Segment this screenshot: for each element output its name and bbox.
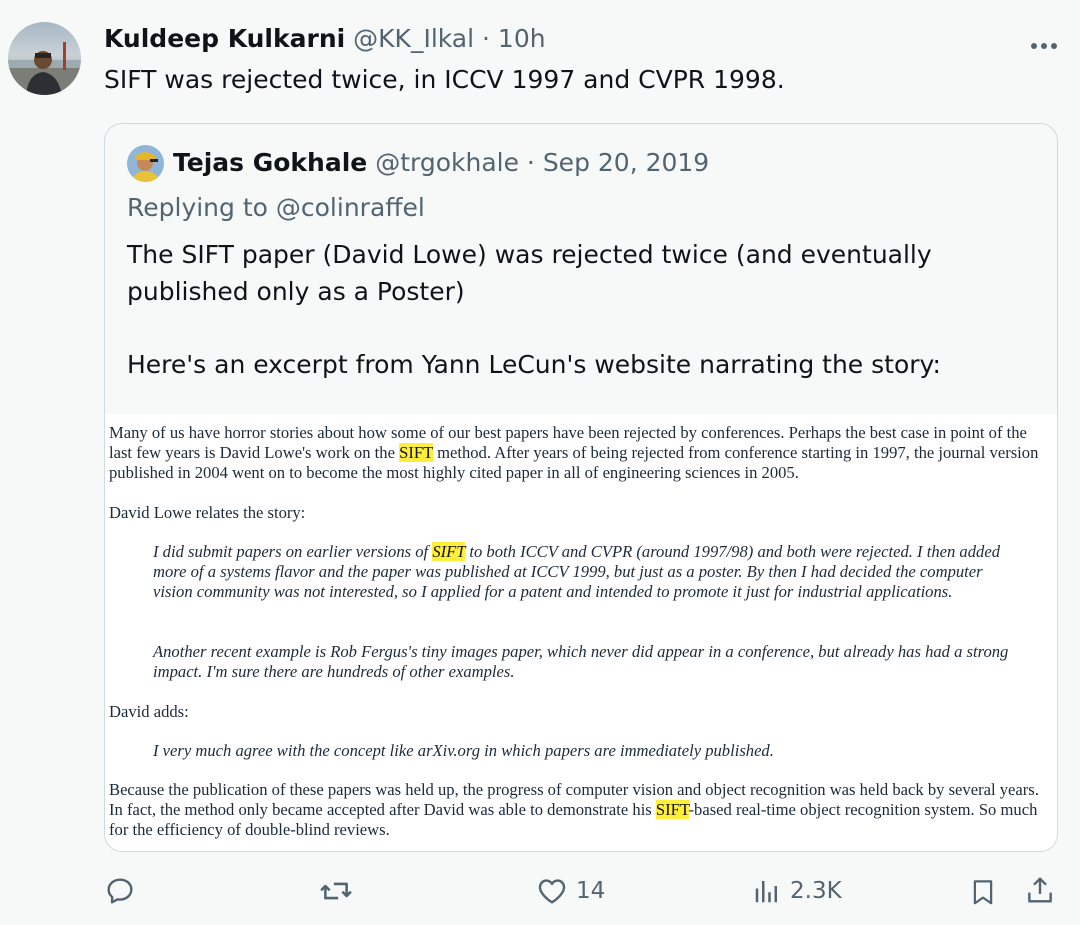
like-count: 14 xyxy=(576,878,606,904)
quote-author-handle[interactable]: @trgokhale xyxy=(375,148,519,177)
excerpt-quote: I very much agree with the concept like … xyxy=(153,741,774,760)
sift-highlight: SIFT xyxy=(399,443,433,462)
share-button[interactable] xyxy=(1024,873,1056,907)
tweet-text: SIFT was rejected twice, in ICCV 1997 an… xyxy=(104,65,785,94)
quote-paragraph: Here's an excerpt from Yann LeCun's webs… xyxy=(127,350,941,379)
excerpt-quote: Another recent example is Rob Fergus's t… xyxy=(153,642,1009,681)
quote-author-avatar[interactable] xyxy=(127,145,164,182)
replying-handle[interactable]: @colinraffel xyxy=(276,193,425,222)
author-name[interactable]: Kuldeep Kulkarni xyxy=(104,24,345,53)
action-bar: 14 2.3K xyxy=(0,868,1080,918)
views-button[interactable]: 2.3K xyxy=(752,875,842,907)
reply-icon xyxy=(107,878,133,904)
separator-dot: · xyxy=(474,24,498,53)
sift-highlight: SIFT xyxy=(655,800,689,819)
tweet-header: Kuldeep Kulkarni @KK_Ilkal · 10h xyxy=(104,24,546,53)
reply-button[interactable] xyxy=(104,875,136,907)
heart-icon xyxy=(538,879,566,904)
quote-separator-dot: · xyxy=(518,148,543,177)
quote-paragraph: The SIFT paper (David Lowe) was rejected… xyxy=(127,240,932,306)
quote-author-name[interactable]: Tejas Gokhale xyxy=(173,148,367,177)
quote-text: The SIFT paper (David Lowe) was rejected… xyxy=(127,236,1027,383)
excerpt-paragraph: Because the publication of these papers … xyxy=(109,780,1054,840)
quote-avatar-photo xyxy=(127,145,164,182)
share-icon xyxy=(1028,877,1052,903)
quote-date[interactable]: Sep 20, 2019 xyxy=(543,148,709,177)
bookmark-icon xyxy=(973,880,993,905)
replying-prefix: Replying to xyxy=(127,193,276,222)
author-handle[interactable]: @KK_Ilkal xyxy=(353,24,474,53)
like-button[interactable]: 14 xyxy=(536,875,605,907)
views-count: 2.3K xyxy=(790,878,842,904)
excerpt-paragraph: David Lowe relates the story: xyxy=(109,503,306,522)
replying-to: Replying to @colinraffel xyxy=(127,193,425,222)
excerpt-image[interactable]: Many of us have horror stories about how… xyxy=(105,414,1057,851)
bookmark-button[interactable] xyxy=(968,875,998,909)
quoted-tweet[interactable]: Tejas Gokhale @trgokhale · Sep 20, 2019 … xyxy=(104,123,1058,852)
excerpt-quote: I did submit papers on earlier versions … xyxy=(153,542,1023,602)
excerpt-text: I did submit papers on earlier versions … xyxy=(153,542,433,561)
excerpt-paragraph: Many of us have horror stories about how… xyxy=(109,423,1054,483)
views-icon xyxy=(755,881,777,903)
sift-highlight: SIFT xyxy=(432,542,466,561)
retweet-icon xyxy=(320,882,352,900)
author-avatar[interactable] xyxy=(8,22,81,95)
more-icon[interactable] xyxy=(1030,27,1058,57)
quote-header: Tejas Gokhale @trgokhale · Sep 20, 2019 xyxy=(173,148,709,177)
excerpt-paragraph: David adds: xyxy=(109,702,189,721)
retweet-button[interactable] xyxy=(318,874,354,908)
tweet-time[interactable]: 10h xyxy=(498,24,546,53)
avatar-photo xyxy=(8,42,81,95)
